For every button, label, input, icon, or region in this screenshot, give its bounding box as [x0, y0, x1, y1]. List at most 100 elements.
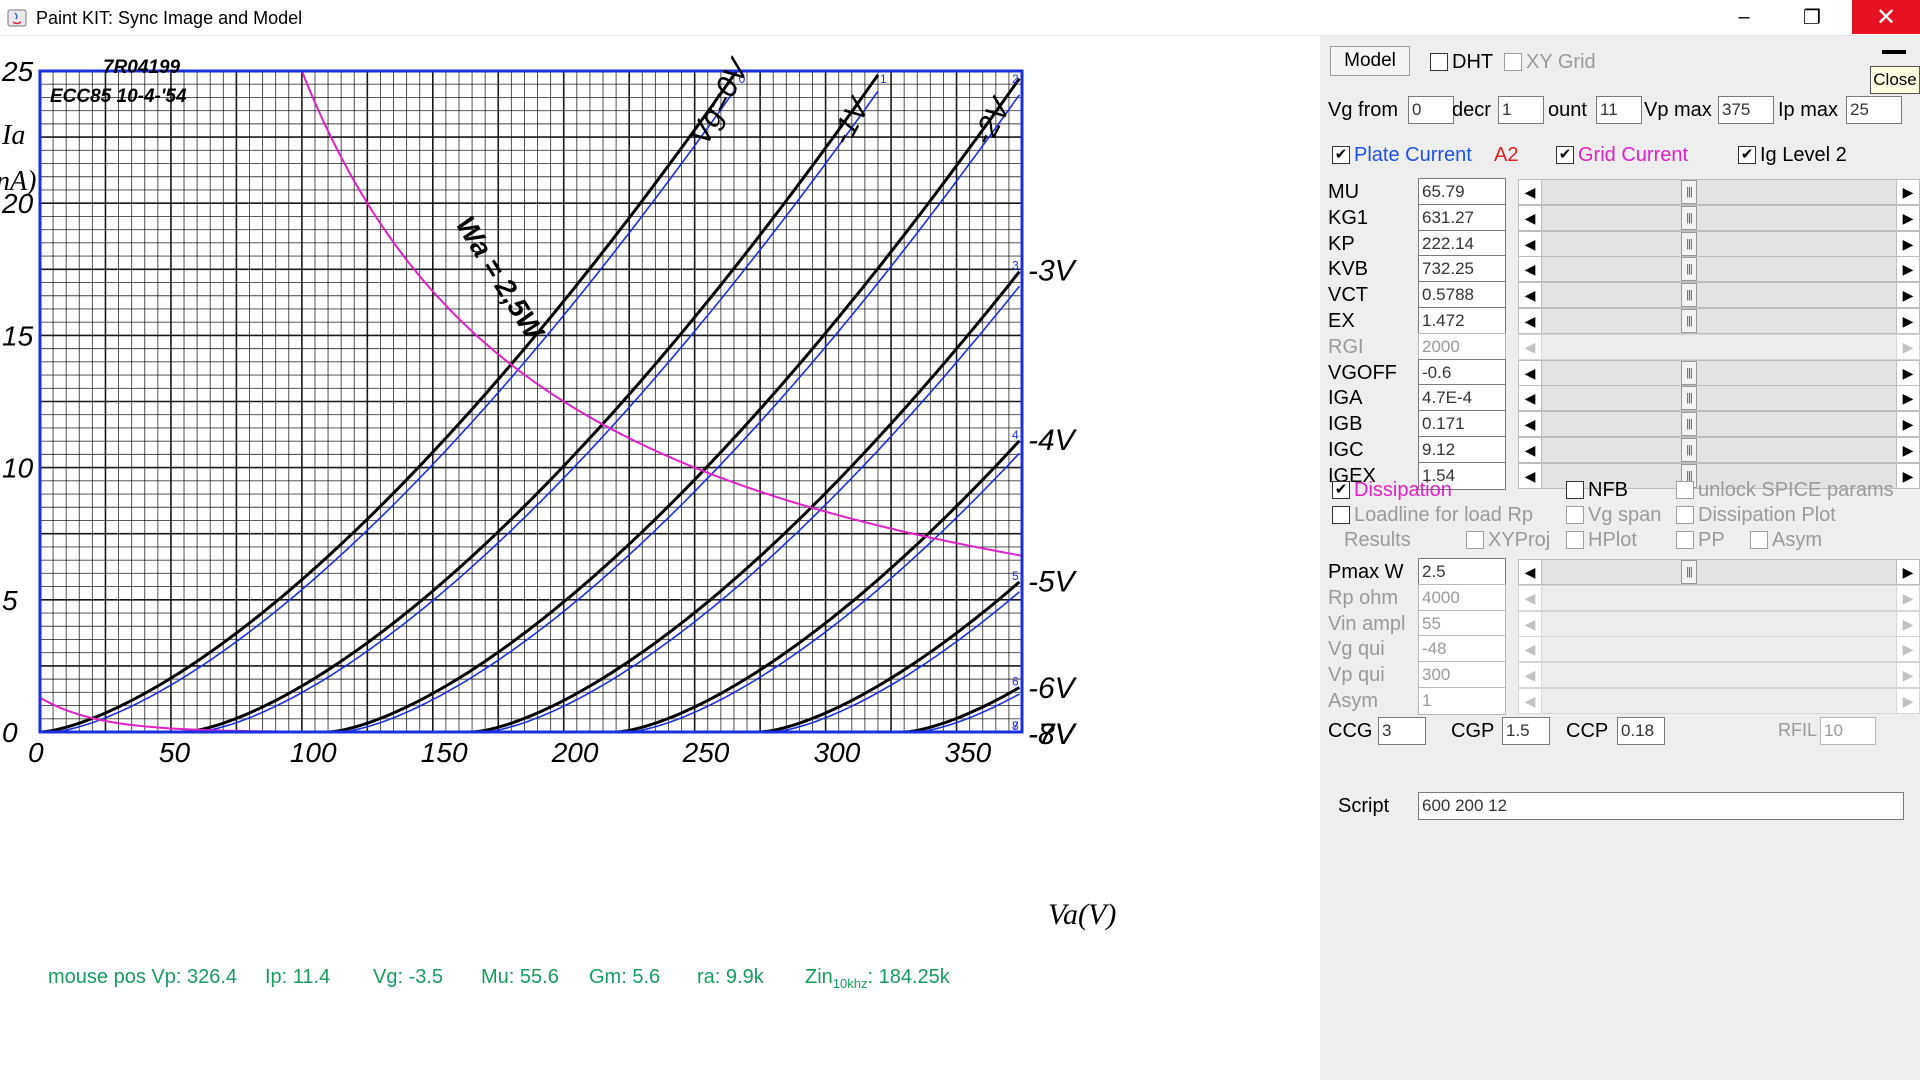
- slider-right-arrow-icon[interactable]: ▶: [1896, 636, 1920, 663]
- slider-track[interactable]: |||: [1542, 559, 1896, 585]
- slider-right-arrow-icon[interactable]: ▶: [1896, 411, 1920, 438]
- slider-right-arrow-icon[interactable]: ▶: [1896, 230, 1920, 257]
- slider-track[interactable]: |||: [1542, 256, 1896, 283]
- vg-span-checkbox[interactable]: [1566, 506, 1584, 524]
- ig-level-checkbox[interactable]: ✔: [1738, 146, 1756, 164]
- slider-right-arrow-icon[interactable]: ▶: [1896, 204, 1920, 231]
- param-value-field[interactable]: -0.6: [1418, 358, 1506, 387]
- slider-right-arrow-icon[interactable]: ▶: [1896, 282, 1920, 309]
- slider-right-arrow-icon[interactable]: ▶: [1896, 256, 1920, 283]
- param-slider[interactable]: ◀ ||| ▶: [1518, 359, 1920, 387]
- param-value-field[interactable]: 300: [1418, 661, 1506, 690]
- slider-thumb[interactable]: |||: [1681, 386, 1697, 411]
- model-tab[interactable]: Model: [1330, 46, 1410, 76]
- param-slider[interactable]: ◀ ▶: [1518, 635, 1920, 663]
- slider-right-arrow-icon[interactable]: ▶: [1896, 559, 1920, 585]
- ip-max-field[interactable]: 25: [1846, 96, 1902, 124]
- slider-left-arrow-icon[interactable]: ◀: [1518, 610, 1542, 637]
- slider-track[interactable]: [1542, 333, 1896, 360]
- param-slider[interactable]: ◀ ▶: [1518, 584, 1920, 612]
- slider-left-arrow-icon[interactable]: ◀: [1518, 308, 1542, 334]
- param-slider[interactable]: ◀ ||| ▶: [1518, 204, 1920, 232]
- count-field[interactable]: 11: [1596, 96, 1642, 124]
- param-slider[interactable]: ◀ ||| ▶: [1518, 255, 1920, 283]
- param-value-field[interactable]: 65.79: [1418, 178, 1506, 206]
- slider-right-arrow-icon[interactable]: ▶: [1896, 359, 1920, 386]
- slider-track[interactable]: |||: [1542, 282, 1896, 309]
- param-slider[interactable]: ◀ ||| ▶: [1518, 384, 1920, 412]
- close-window-button[interactable]: ✕: [1852, 0, 1920, 34]
- slider-thumb[interactable]: |||: [1681, 360, 1697, 385]
- slider-left-arrow-icon[interactable]: ◀: [1518, 584, 1542, 611]
- ccp-field[interactable]: 0.18: [1617, 717, 1665, 745]
- grid-current-checkbox[interactable]: ✔: [1556, 146, 1574, 164]
- param-value-field[interactable]: 1: [1418, 687, 1506, 715]
- param-slider[interactable]: ◀ ||| ▶: [1518, 558, 1920, 586]
- slider-left-arrow-icon[interactable]: ◀: [1518, 230, 1542, 257]
- slider-left-arrow-icon[interactable]: ◀: [1518, 462, 1542, 489]
- param-slider[interactable]: ◀ ▶: [1518, 687, 1920, 715]
- slider-left-arrow-icon[interactable]: ◀: [1518, 179, 1542, 205]
- ccg-field[interactable]: 3: [1378, 717, 1426, 745]
- slider-left-arrow-icon[interactable]: ◀: [1518, 204, 1542, 231]
- slider-track[interactable]: |||: [1542, 385, 1896, 412]
- param-value-field[interactable]: 732.25: [1418, 255, 1506, 284]
- param-value-field[interactable]: 1.472: [1418, 307, 1506, 335]
- slider-left-arrow-icon[interactable]: ◀: [1518, 688, 1542, 714]
- loadline-checkbox[interactable]: [1332, 506, 1350, 524]
- param-slider[interactable]: ◀ ||| ▶: [1518, 436, 1920, 464]
- param-value-field[interactable]: 0.171: [1418, 410, 1506, 439]
- param-value-field[interactable]: 4000: [1418, 583, 1506, 612]
- dissipation-checkbox[interactable]: ✔: [1332, 481, 1350, 499]
- script-field[interactable]: 600 200 12: [1418, 792, 1904, 820]
- slider-left-arrow-icon[interactable]: ◀: [1518, 385, 1542, 412]
- slider-track[interactable]: [1542, 688, 1896, 714]
- slider-track[interactable]: |||: [1542, 308, 1896, 334]
- param-value-field[interactable]: 0.5788: [1418, 281, 1506, 310]
- param-value-field[interactable]: 2.5: [1418, 558, 1506, 586]
- param-value-field[interactable]: 631.27: [1418, 203, 1506, 232]
- slider-track[interactable]: [1542, 610, 1896, 637]
- close-tab-button[interactable]: [1868, 42, 1916, 64]
- slider-track[interactable]: |||: [1542, 411, 1896, 438]
- slider-right-arrow-icon[interactable]: ▶: [1896, 462, 1920, 489]
- dht-checkbox[interactable]: [1430, 53, 1448, 71]
- param-value-field[interactable]: 2000: [1418, 332, 1506, 361]
- slider-thumb[interactable]: |||: [1681, 205, 1697, 230]
- slider-track[interactable]: |||: [1542, 437, 1896, 463]
- slider-track[interactable]: |||: [1542, 359, 1896, 386]
- param-value-field[interactable]: -48: [1418, 635, 1506, 664]
- slider-thumb[interactable]: |||: [1681, 257, 1697, 282]
- slider-track[interactable]: [1542, 584, 1896, 611]
- slider-right-arrow-icon[interactable]: ▶: [1896, 333, 1920, 360]
- param-slider[interactable]: ◀ ▶: [1518, 610, 1920, 638]
- asym-checkbox[interactable]: [1750, 531, 1768, 549]
- param-slider[interactable]: ◀ ▶: [1518, 661, 1920, 689]
- slider-right-arrow-icon[interactable]: ▶: [1896, 179, 1920, 205]
- vp-max-field[interactable]: 375: [1718, 96, 1774, 124]
- param-value-field[interactable]: 4.7E-4: [1418, 384, 1506, 413]
- maximize-button[interactable]: ❐: [1784, 0, 1840, 34]
- slider-left-arrow-icon[interactable]: ◀: [1518, 662, 1542, 689]
- slider-left-arrow-icon[interactable]: ◀: [1518, 411, 1542, 438]
- nfb-checkbox[interactable]: [1566, 481, 1584, 499]
- slider-track[interactable]: |||: [1542, 230, 1896, 257]
- plate-current-checkbox[interactable]: ✔: [1332, 146, 1350, 164]
- slider-left-arrow-icon[interactable]: ◀: [1518, 333, 1542, 360]
- slider-thumb[interactable]: |||: [1681, 283, 1697, 308]
- param-slider[interactable]: ◀ ||| ▶: [1518, 230, 1920, 258]
- slider-left-arrow-icon[interactable]: ◀: [1518, 437, 1542, 463]
- slider-right-arrow-icon[interactable]: ▶: [1896, 610, 1920, 637]
- param-slider[interactable]: ◀ ||| ▶: [1518, 307, 1920, 335]
- slider-track[interactable]: [1542, 636, 1896, 663]
- dissipation-plot-checkbox[interactable]: [1676, 506, 1694, 524]
- slider-left-arrow-icon[interactable]: ◀: [1518, 636, 1542, 663]
- slider-thumb[interactable]: |||: [1681, 309, 1697, 333]
- slider-thumb[interactable]: |||: [1681, 412, 1697, 437]
- slider-right-arrow-icon[interactable]: ▶: [1896, 308, 1920, 334]
- slider-track[interactable]: |||: [1542, 179, 1896, 205]
- plot-area[interactable]: 012345678 0 50 100 150 200 250 300 350 0 5 10 15 20 2…: [0, 36, 1320, 1080]
- unlock-spice-checkbox[interactable]: [1676, 481, 1694, 499]
- slider-right-arrow-icon[interactable]: ▶: [1896, 437, 1920, 463]
- slider-track[interactable]: [1542, 662, 1896, 689]
